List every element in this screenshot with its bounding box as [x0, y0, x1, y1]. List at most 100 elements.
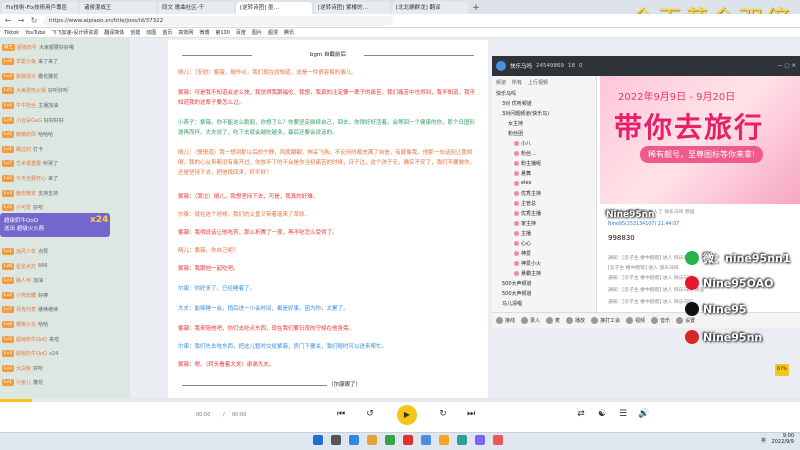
bookmark-item[interactable]: 动图 — [146, 29, 156, 36]
channel-node[interactable]: 粉丝... — [514, 150, 536, 157]
browser-tab[interactable]: 同文 歌曲社区-千 — [158, 2, 234, 14]
ime-indicator[interactable]: 英 — [761, 437, 766, 444]
bookmark-item[interactable]: 高效网 — [178, 29, 193, 36]
browser-tab[interactable]: [逆转诗团] 紫楼的… — [314, 2, 390, 14]
channel-node[interactable]: 粉丝团 — [508, 130, 523, 137]
taskbar-app-icon[interactable] — [421, 435, 431, 445]
bookmark-item[interactable]: 微博 — [199, 29, 209, 36]
taskbar-app-icon[interactable] — [385, 435, 395, 445]
bookmark-item[interactable]: 第100 — [215, 29, 230, 36]
bookmark-item[interactable]: 翻译简体 — [104, 29, 124, 36]
chat-username[interactable]: 路人甲 — [16, 277, 31, 284]
chat-username[interactable]: 超级奶牛QoQ — [16, 336, 47, 343]
next-icon[interactable]: ⏭ — [466, 406, 476, 422]
chat-username[interactable]: 小鱼儿 — [16, 379, 31, 386]
chat-username[interactable]: 今天也要开心 — [16, 175, 46, 182]
channel-node[interactable]: 粉主播呢 — [514, 160, 541, 167]
new-tab-button[interactable]: + — [470, 2, 482, 14]
channel-node[interactable]: 500大声频道 — [502, 290, 532, 297]
chat-username[interactable]: 樱桃小丸 — [16, 321, 36, 328]
taskbar-app-icon[interactable] — [439, 435, 449, 445]
bookmark-item[interactable]: 图片 — [252, 29, 262, 36]
bookmark-item[interactable]: 创建 — [130, 29, 140, 36]
loop-icon[interactable]: ⇄ — [576, 406, 586, 422]
browser-tab[interactable]: 诸侯混成王 — [80, 2, 156, 14]
tree-tab[interactable]: 上行视频 — [528, 79, 548, 86]
channel-node[interactable]: 心心 — [514, 240, 531, 247]
toolbar-button[interactable]: 麦 — [546, 317, 560, 324]
taskbar-app-icon[interactable] — [331, 435, 341, 445]
bookmark-item[interactable]: Tiktok — [4, 30, 19, 36]
chat-username[interactable]: 星星点灯 — [16, 263, 36, 270]
chat-username[interactable]: 小可爱 — [16, 204, 31, 211]
start-icon[interactable] — [313, 435, 323, 445]
taskbar-app-icon[interactable] — [457, 435, 467, 445]
channel-node[interactable]: 小八 — [514, 140, 531, 147]
taskbar-app-icon[interactable] — [403, 435, 413, 445]
promo-banner[interactable]: 2022年9月9日 - 9月20日 带你去旅行 稀有靓号，至尊图标等你来拿! — [600, 76, 800, 204]
chat-username[interactable]: 默默观众 — [16, 73, 36, 80]
channel-node[interactable]: 女主持 — [508, 120, 523, 127]
window-controls[interactable]: — ▢ ✕ — [777, 63, 796, 69]
toolbar-button[interactable]: 音乐 — [651, 317, 670, 324]
speed-icon[interactable]: ☯ — [597, 406, 607, 422]
channel-node[interactable]: 优秀主播 — [514, 210, 541, 217]
toolbar-button[interactable]: 播放 — [566, 317, 585, 324]
channel-node[interactable]: 悬舞 — [514, 170, 531, 177]
chat-username[interactable]: 艺术很重要 — [16, 160, 41, 167]
chat-username[interactable]: 超级奶牛QoQ — [16, 350, 47, 357]
volume-icon[interactable]: 🔊 — [638, 406, 649, 422]
clock[interactable]: 9:00 2022/9/9 — [772, 433, 794, 445]
url-input[interactable]: https://www.aipiaoo.xn/title/joss/id/373… — [43, 15, 393, 26]
toolbar-button[interactable]: 设置 — [676, 317, 695, 324]
channel-node[interactable]: 悬霸主持 — [514, 270, 541, 277]
forward-10-icon[interactable]: ↻ — [437, 406, 449, 422]
taskbar-app-icon[interactable] — [349, 435, 359, 445]
toolbar-button[interactable]: 视频 — [626, 317, 645, 324]
channel-node[interactable]: 3对 优听频道 — [502, 100, 532, 107]
chat-username[interactable]: 暖暖的风 — [16, 131, 36, 138]
previous-icon[interactable]: ⏮ — [336, 406, 346, 422]
channel-node[interactable]: 快乐马吗 — [496, 90, 516, 97]
chat-username[interactable]: 大白兔 — [16, 365, 31, 372]
bookmark-item[interactable]: 首页 — [162, 29, 172, 36]
toolbar-button[interactable]: 接打工会 — [591, 317, 620, 324]
browser-tab[interactable]: [北北确群龙] 翻译 — [392, 2, 468, 14]
channel-node[interactable]: elex — [514, 180, 531, 186]
browser-tab[interactable]: Fix技術-Fix技術用戶專區 — [2, 2, 78, 14]
chat-username[interactable]: 牛牛粉丝 — [16, 102, 36, 109]
reload-icon[interactable]: ↻ — [30, 16, 38, 25]
tree-tab[interactable]: 所有 — [512, 79, 522, 86]
progress-bar[interactable] — [0, 399, 800, 402]
chat-username[interactable]: 大美爱吃火锅 — [16, 87, 46, 94]
chat-username[interactable]: 超级奶牛 — [17, 44, 37, 51]
browser-tab-active[interactable]: [逆转诗团] 墨… — [236, 2, 312, 14]
channel-node[interactable]: 3对问题频道(快乐马) — [502, 110, 549, 117]
chat-username[interactable]: 追风少年 — [16, 248, 36, 255]
chat-username[interactable]: 晚安晚安 — [16, 190, 36, 197]
taskbar-app-icon[interactable] — [493, 435, 503, 445]
bookmark-item[interactable]: YouTube — [25, 30, 45, 36]
chat-username[interactable]: 月亮代表 — [16, 306, 36, 313]
playlist-icon[interactable]: ☰ — [618, 406, 628, 422]
taskbar-app-icon[interactable] — [367, 435, 377, 445]
back-icon[interactable]: ← — [4, 16, 12, 25]
chat-username[interactable]: 路过的 — [16, 146, 31, 153]
taskbar-app-icon[interactable] — [475, 435, 485, 445]
play-button[interactable]: ▶ — [397, 405, 417, 425]
bookmark-item[interactable]: 腾讯 — [284, 29, 294, 36]
chat-username[interactable]: 羊驼小兔 — [16, 58, 36, 65]
tree-tab[interactable]: 频道 — [496, 79, 506, 86]
channel-node[interactable]: 神爱小火 — [514, 260, 541, 267]
bookmark-item[interactable]: 百度 — [236, 29, 246, 36]
toolbar-button[interactable]: 接线 — [496, 317, 515, 324]
channel-node[interactable]: 主管总 — [514, 200, 536, 207]
channel-node[interactable]: 马儿清唱 — [502, 300, 522, 307]
forward-icon[interactable]: → — [17, 16, 25, 25]
chat-username[interactable]: 小熊软糖 — [16, 292, 36, 299]
channel-node[interactable]: 神爱 — [514, 250, 531, 257]
rewind-icon[interactable]: ↺ — [364, 406, 376, 422]
channel-node[interactable]: 家主持 — [514, 220, 536, 227]
bookmark-item[interactable]: 超漫 — [268, 29, 278, 36]
channel-node[interactable]: 主播 — [514, 230, 531, 237]
